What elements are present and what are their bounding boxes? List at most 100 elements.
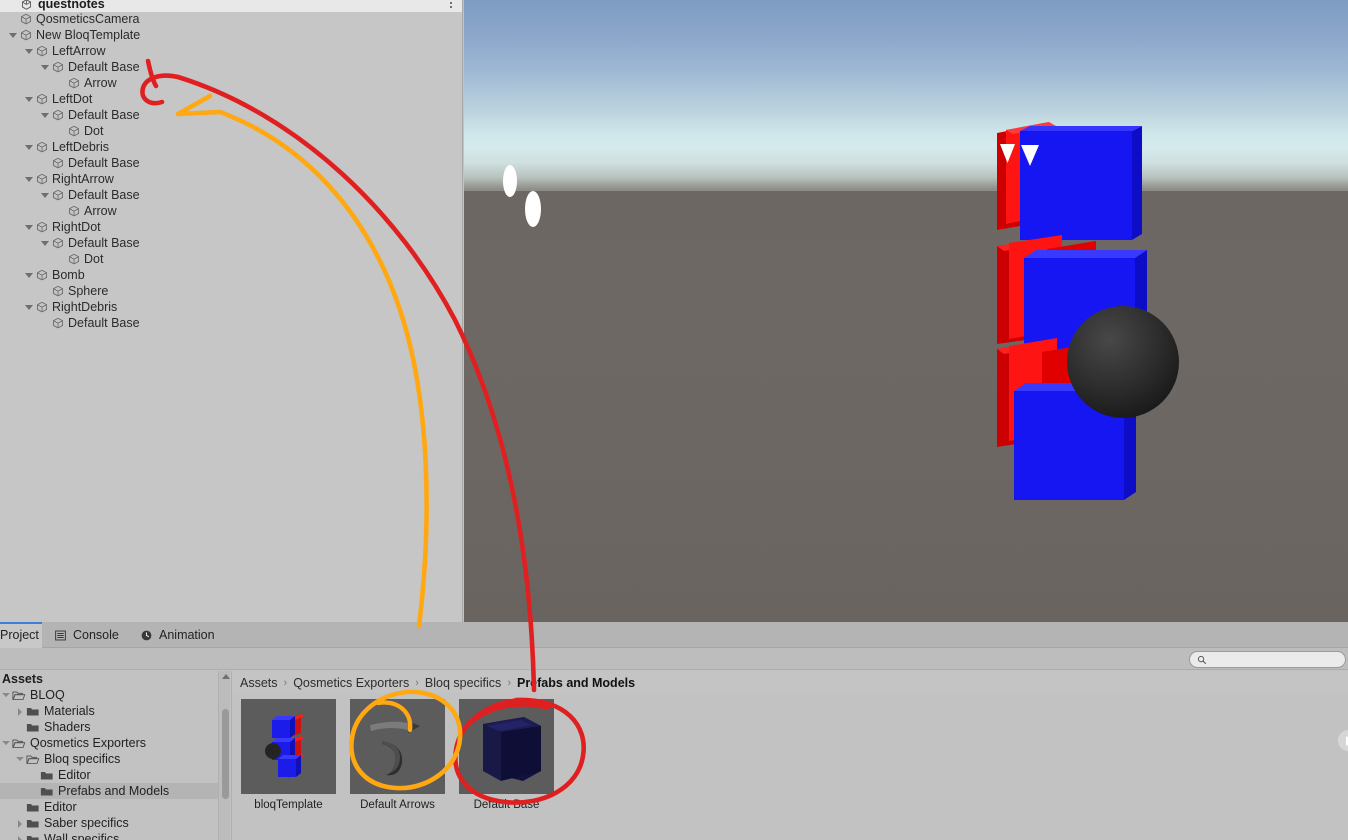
project-tree-root-label[interactable]: Assets [0, 671, 43, 687]
gameobject-cube-icon [68, 205, 80, 217]
asset-item-bloqtemplate[interactable]: bloqTemplate [241, 699, 336, 840]
hierarchy-row[interactable]: RightDebris [0, 299, 462, 315]
project-tree-row[interactable]: Materials [0, 703, 218, 719]
tab-console[interactable]: Console [42, 622, 131, 648]
asset-thumbnail[interactable] [241, 699, 336, 794]
breadcrumb-item[interactable]: Assets [240, 676, 278, 690]
hierarchy-row[interactable]: Default Base [0, 315, 462, 331]
breadcrumb-separator-icon: › [415, 677, 419, 689]
unity-scene-icon [21, 0, 32, 10]
clock-icon [141, 630, 152, 640]
expand-triangle-icon[interactable] [16, 831, 26, 840]
project-tree-row-selected[interactable]: Prefabs and Models [0, 783, 218, 799]
breadcrumb-item[interactable]: Qosmetics Exporters [293, 676, 409, 690]
expand-triangle-icon[interactable] [40, 187, 51, 203]
gameobject-cube-icon [52, 237, 64, 249]
folder-icon [26, 835, 39, 840]
hierarchy-row[interactable]: Sphere [0, 283, 462, 299]
gameobject-cube-icon [36, 269, 48, 281]
project-tree-scrollbar[interactable] [218, 671, 230, 840]
expand-triangle-icon[interactable] [2, 735, 12, 751]
expand-triangle-icon[interactable] [24, 299, 35, 315]
hierarchy-row[interactable]: Bomb [0, 267, 462, 283]
expand-triangle-icon[interactable] [40, 107, 51, 123]
project-tree-row[interactable]: Editor [0, 799, 218, 815]
scene-note-top [997, 122, 1142, 240]
tab-animation[interactable]: Animation [128, 622, 227, 648]
project-tree-row[interactable]: BLOQ [0, 687, 218, 703]
hierarchy-row[interactable]: Default Base [0, 187, 462, 203]
hierarchy-row-label: Default Base [68, 316, 140, 330]
project-tree-row-label: Bloq specifics [44, 752, 121, 766]
hierarchy-row[interactable]: LeftDot [0, 91, 462, 107]
expand-triangle-icon[interactable] [24, 91, 35, 107]
project-tree-row[interactable]: Qosmetics Exporters [0, 735, 218, 751]
hierarchy-row-label: Arrow [84, 204, 117, 218]
project-tree-row[interactable]: Bloq specifics [0, 751, 218, 767]
project-tree-row[interactable]: Shaders [0, 719, 218, 735]
gameobject-cube-icon [36, 173, 48, 185]
project-tree-row-label: Editor [44, 800, 77, 814]
expand-triangle-icon[interactable] [24, 43, 35, 59]
hierarchy-row[interactable]: Arrow [0, 75, 462, 91]
hierarchy-row[interactable]: Default Base [0, 59, 462, 75]
project-tree-row[interactable]: Editor [0, 767, 218, 783]
scene-name-label: questnotes [38, 0, 105, 11]
expand-triangle-icon[interactable] [40, 235, 51, 251]
asset-thumbnail[interactable] [459, 699, 554, 794]
gameobject-cube-icon [52, 157, 64, 169]
expand-triangle-icon[interactable] [16, 751, 26, 767]
scene-view[interactable] [464, 0, 1348, 622]
hierarchy-row[interactable]: RightArrow [0, 171, 462, 187]
hierarchy-row[interactable]: Default Base [0, 107, 462, 123]
hierarchy-row[interactable]: RightDot [0, 219, 462, 235]
tab-project[interactable]: Project [0, 622, 42, 648]
hierarchy-row[interactable]: Default Base [0, 155, 462, 171]
expand-triangle-icon[interactable] [24, 267, 35, 283]
gameobject-cube-icon [36, 301, 48, 313]
hierarchy-panel: questnotes QosmeticsCamera New BloqTempla… [0, 0, 463, 622]
console-icon [55, 630, 66, 640]
kebab-menu-icon[interactable] [450, 0, 452, 8]
open-folder-icon [26, 755, 40, 764]
expand-triangle-icon[interactable] [24, 219, 35, 235]
search-field[interactable] [1189, 651, 1346, 668]
hierarchy-row[interactable]: Arrow [0, 203, 462, 219]
breadcrumb-item[interactable]: Prefabs and Models [517, 676, 635, 690]
hierarchy-row-label: Default Base [68, 156, 140, 170]
hierarchy-row[interactable]: New BloqTemplate [0, 27, 462, 43]
hierarchy-row[interactable]: Dot [0, 123, 462, 139]
hierarchy-row[interactable]: LeftDebris [0, 139, 462, 155]
hierarchy-row[interactable]: QosmeticsCamera [0, 11, 462, 27]
scroll-up-arrow-icon[interactable] [222, 674, 230, 679]
folder-icon [26, 707, 39, 716]
project-tree-row[interactable]: Saber specifics [0, 815, 218, 831]
scrollbar-thumb[interactable] [221, 709, 229, 799]
expand-triangle-icon[interactable] [16, 703, 26, 719]
gameobject-cube-icon [52, 109, 64, 121]
asset-item-default-arrows[interactable]: Default Arrows [350, 699, 1348, 840]
search-input[interactable] [1211, 652, 1336, 667]
project-tree-row[interactable]: Wall specifics [0, 831, 218, 840]
asset-item-default-base[interactable]: Default Base [459, 699, 1348, 840]
open-folder-icon [12, 739, 26, 748]
hierarchy-row[interactable]: Dot [0, 251, 462, 267]
expand-triangle-icon[interactable] [16, 815, 26, 831]
expand-triangle-icon[interactable] [2, 687, 12, 703]
project-tree-row-label: Materials [44, 704, 95, 718]
expand-triangle-icon[interactable] [24, 171, 35, 187]
expand-triangle-icon[interactable] [40, 59, 51, 75]
expand-triangle-icon[interactable] [8, 27, 19, 43]
asset-thumbnail[interactable] [350, 699, 445, 794]
gameobject-cube-icon [52, 317, 64, 329]
breadcrumb-item[interactable]: Bloq specifics [425, 676, 501, 690]
hierarchy-row-label: LeftDebris [52, 140, 109, 154]
expand-triangle-icon[interactable] [24, 139, 35, 155]
asset-preview-play-icon[interactable] [1338, 730, 1348, 751]
hierarchy-row[interactable]: LeftArrow [0, 43, 462, 59]
hierarchy-row[interactable]: Default Base [0, 235, 462, 251]
